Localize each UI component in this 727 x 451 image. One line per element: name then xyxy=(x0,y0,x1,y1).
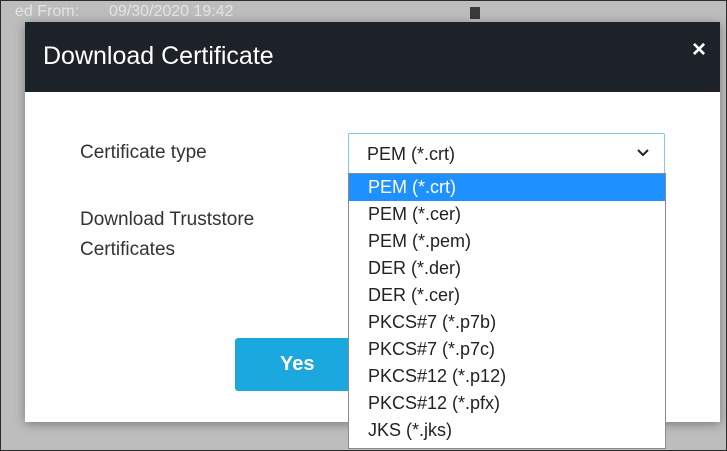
certificate-type-selected-value: PEM (*.crt) xyxy=(367,144,455,164)
yes-button[interactable]: Yes xyxy=(235,338,360,391)
dropdown-option[interactable]: PKCS#7 (*.p7c) xyxy=(349,336,665,363)
screenshot-frame: ed From: 09/30/2020 19:42 Download Certi… xyxy=(0,0,727,451)
dropdown-option[interactable]: PKCS#12 (*.p12) xyxy=(349,363,665,390)
certificate-type-label: Certificate type xyxy=(80,142,207,163)
dialog-title: Download Certificate xyxy=(43,42,274,70)
background-field-value: 09/30/2020 19:42 xyxy=(109,3,234,20)
dropdown-option[interactable]: PEM (*.cer) xyxy=(349,201,665,228)
dropdown-option[interactable]: DER (*.cer) xyxy=(349,282,665,309)
dropdown-option[interactable]: PEM (*.pem) xyxy=(349,228,665,255)
dropdown-option[interactable]: PKCS#12 (*.pfx) xyxy=(349,390,665,417)
close-icon[interactable]: × xyxy=(692,38,706,62)
background-marker xyxy=(470,7,480,19)
dropdown-option[interactable]: PEM (*.crt) xyxy=(349,174,665,201)
chevron-down-icon xyxy=(637,149,649,157)
background-field-label: ed From: xyxy=(15,3,80,20)
dropdown-option[interactable]: DER (*.der) xyxy=(349,255,665,282)
certificate-type-dropdown-list: PEM (*.crt) PEM (*.cer) PEM (*.pem) DER … xyxy=(348,173,666,449)
dropdown-option[interactable]: JKS (*.jks) xyxy=(349,417,665,444)
download-truststore-label: Download Truststore Certificates xyxy=(80,209,255,260)
dialog-header: Download Certificate × xyxy=(25,22,720,92)
certificate-type-select[interactable]: PEM (*.crt) xyxy=(348,133,665,174)
dropdown-option[interactable]: PKCS#7 (*.p7b) xyxy=(349,309,665,336)
